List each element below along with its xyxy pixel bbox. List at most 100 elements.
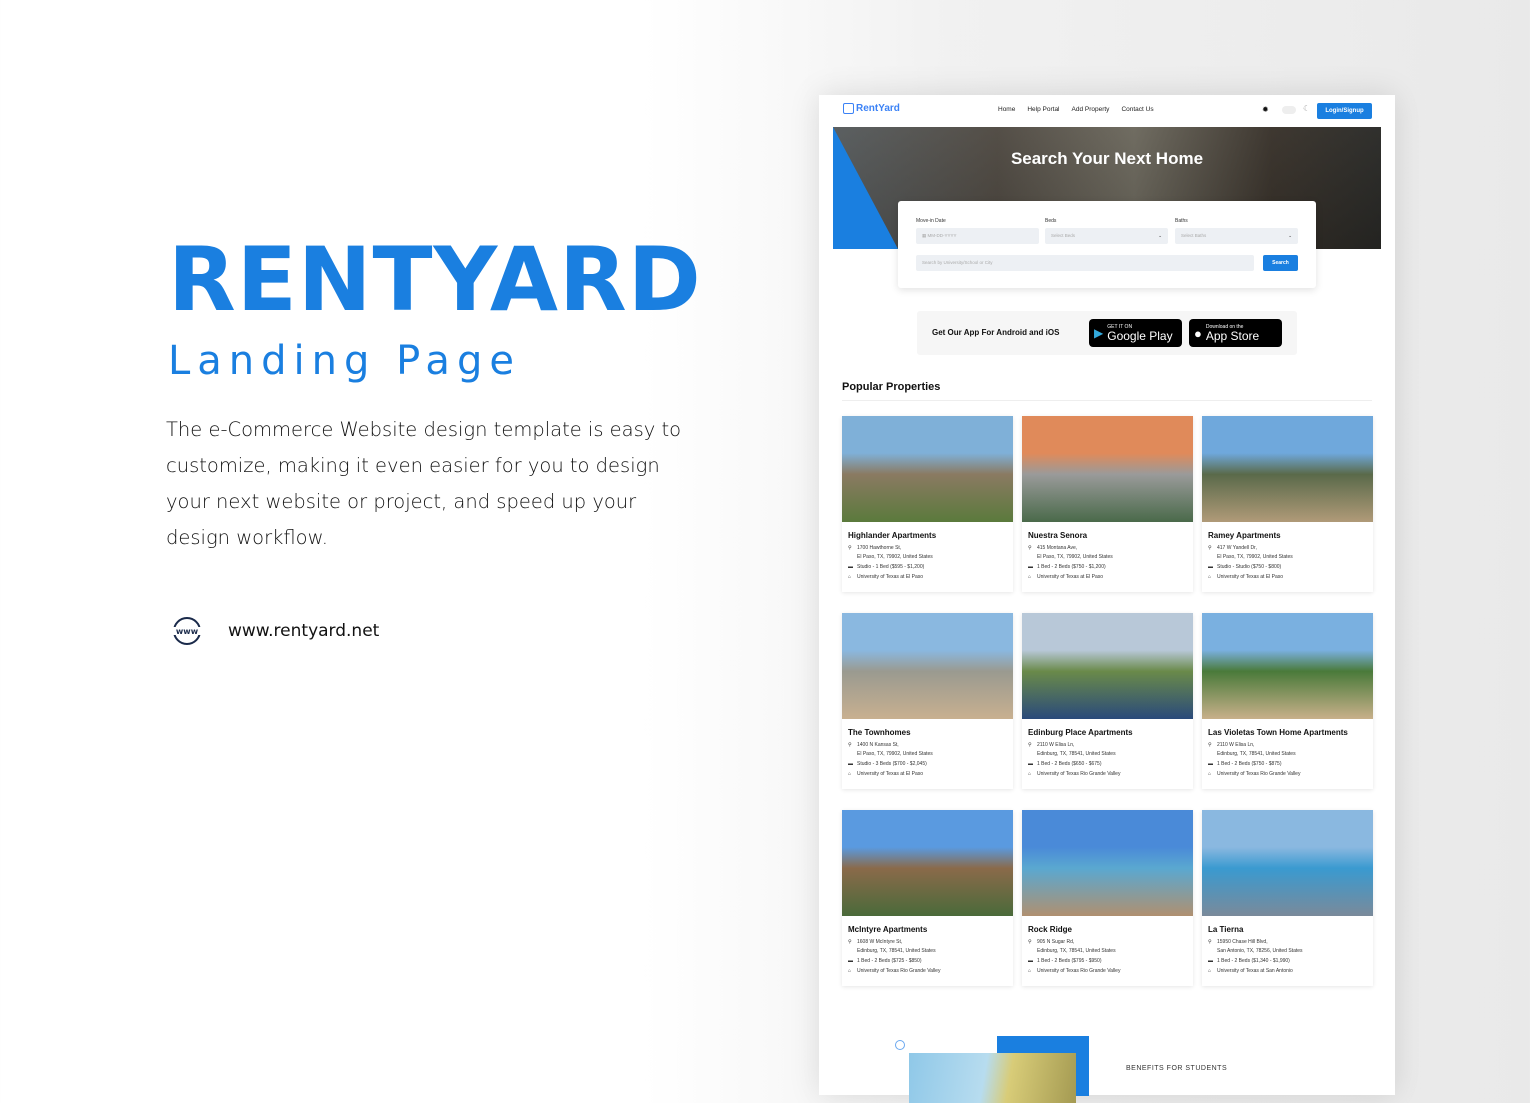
map-pin-icon: ⚲ — [1028, 742, 1032, 748]
address-line2: Edinburg, TX, 78541, United States — [1217, 751, 1296, 757]
landing-page-mockup: RentYard Home Help Portal Add Property C… — [819, 95, 1395, 1103]
school: University of Texas Rio Grande Valley — [1037, 968, 1121, 974]
baths-placeholder: Select Baths — [1181, 233, 1207, 238]
address-line1: 417 W Yandell Dr, — [1217, 545, 1257, 551]
moon-icon: ☾ — [1303, 104, 1311, 113]
address-line1: 1400 N Kansas St, — [857, 742, 899, 748]
beds-placeholder: Select Beds — [1051, 233, 1076, 238]
google-play-button[interactable]: ▶ GET IT ON Google Play — [1089, 319, 1182, 347]
address-line2: San Antonio, TX, 78256, United States — [1217, 948, 1303, 954]
property-image[interactable] — [1022, 613, 1193, 719]
svg-text:www: www — [176, 627, 199, 636]
beds-price: 1 Bed - 2 Beds ($795 - $950) — [1037, 958, 1102, 964]
bed-icon: ▬ — [1208, 761, 1213, 767]
university-icon: ⌂ — [848, 771, 852, 777]
property-name[interactable]: Nuestra Senora — [1028, 531, 1193, 540]
property-image[interactable] — [1202, 810, 1373, 916]
university-icon: ⌂ — [848, 968, 852, 974]
move-in-date-input[interactable]: ▦ MM-DD-YYYY — [916, 228, 1039, 244]
property-name[interactable]: The Townhomes — [848, 728, 1013, 737]
map-pin-icon: ⚲ — [848, 545, 852, 551]
map-pin-icon: ⚲ — [848, 939, 852, 945]
apple-icon: ● — [1194, 325, 1202, 341]
property-name[interactable]: McIntyre Apartments — [848, 925, 1013, 934]
search-placeholder: Search by University/School or City — [922, 260, 993, 265]
theme-toggle[interactable] — [1282, 106, 1296, 114]
property-image[interactable] — [1202, 613, 1373, 719]
address-line1: 905 N Sugar Rd, — [1037, 939, 1075, 945]
property-name[interactable]: Ramey Apartments — [1208, 531, 1373, 540]
property-card[interactable]: Nuestra Senora ⚲ 415 Montana Ave, El Paso,… — [1022, 416, 1193, 592]
logo[interactable]: RentYard — [843, 103, 900, 114]
property-card[interactable]: Edinburg Place Apartments ⚲ 2110 W Elisa … — [1022, 613, 1193, 789]
app-download-banner: Get Our App For Android and iOS ▶ GET IT … — [917, 311, 1297, 355]
property-name[interactable]: Highlander Apartments — [848, 531, 1013, 540]
beds-price: 1 Bed - 2 Beds ($725 - $850) — [857, 958, 922, 964]
property-card[interactable]: Rock Ridge ⚲ 905 N Sugar Rd, Edinburg, TX,… — [1022, 810, 1193, 986]
property-card[interactable]: Highlander Apartments ⚲ 1700 Hawthorne St… — [842, 416, 1013, 592]
property-image[interactable] — [1022, 416, 1193, 522]
address-line2: Edinburg, TX, 78541, United States — [857, 948, 936, 954]
nav-contact-us[interactable]: Contact Us — [1121, 106, 1153, 113]
globe-www-icon: www — [172, 617, 202, 645]
nav-home[interactable]: Home — [998, 106, 1015, 113]
property-card[interactable]: McIntyre Apartments ⚲ 1608 W McIntyre St,… — [842, 810, 1013, 986]
property-name[interactable]: Edinburg Place Apartments — [1028, 728, 1193, 737]
nav-help-portal[interactable]: Help Portal — [1027, 106, 1059, 113]
university-icon: ⌂ — [848, 574, 852, 580]
beds-price: 1 Bed - 2 Beds ($650 - $675) — [1037, 761, 1102, 767]
benefits-label: BENEFITS FOR STUDENTS — [1126, 1065, 1228, 1072]
school: University of Texas Rio Grande Valley — [857, 968, 941, 974]
property-card[interactable]: La Tierna ⚲ 15950 Chase Hill Blvd, San Ant… — [1202, 810, 1373, 986]
sun-icon: ✹ — [1262, 105, 1269, 114]
baths-select[interactable]: Select Baths ⌄ — [1175, 228, 1298, 244]
website-link[interactable]: www.rentyard.net — [228, 621, 379, 641]
brand-title: RENTYARD — [168, 228, 702, 331]
property-image[interactable] — [842, 613, 1013, 719]
property-name[interactable]: La Tierna — [1208, 925, 1373, 934]
school: University of Texas at San Antonio — [1217, 968, 1293, 974]
section-title: Popular Properties — [842, 381, 941, 393]
property-image[interactable] — [842, 810, 1013, 916]
property-image[interactable] — [1202, 416, 1373, 522]
search-input[interactable]: Search by University/School or City — [916, 255, 1254, 271]
address-line2: El Paso, TX, 79902, United States — [1037, 554, 1113, 560]
bed-icon: ▬ — [848, 958, 853, 964]
benefits-image — [909, 1053, 1076, 1103]
hero-title: Search Your Next Home — [1010, 149, 1204, 168]
chevron-down-icon: ⌄ — [1288, 233, 1292, 238]
search-panel: Move-in Date Beds Baths ▦ MM-DD-YYYY Sel… — [898, 201, 1316, 288]
university-icon: ⌂ — [1028, 968, 1032, 974]
bed-icon: ▬ — [848, 761, 853, 767]
move-in-label: Move-in Date — [916, 218, 946, 224]
property-image[interactable] — [842, 416, 1013, 522]
app-store-button[interactable]: ● Download on the App Store — [1189, 319, 1282, 347]
bed-icon: ▬ — [1028, 761, 1033, 767]
address-line1: 1608 W McIntyre St, — [857, 939, 903, 945]
bed-icon: ▬ — [848, 564, 853, 570]
decorative-circle — [895, 1040, 905, 1050]
address-line1: 2110 W Elisa Ln, — [1217, 742, 1255, 748]
property-card[interactable]: Las Violetas Town Home Apartments ⚲ 2110 … — [1202, 613, 1373, 789]
login-signup-button[interactable]: Login/Signup — [1317, 103, 1372, 119]
school: University of Texas Rio Grande Valley — [1217, 771, 1301, 777]
beds-select[interactable]: Select Beds ⌄ — [1045, 228, 1168, 244]
bed-icon: ▬ — [1208, 958, 1213, 964]
property-card[interactable]: The Townhomes ⚲ 1400 N Kansas St, El Paso,… — [842, 613, 1013, 789]
property-image[interactable] — [1022, 810, 1193, 916]
school: University of Texas at El Paso — [857, 771, 924, 777]
university-icon: ⌂ — [1028, 771, 1032, 777]
address-line2: El Paso, TX, 79902, United States — [1217, 554, 1293, 560]
address-line2: El Paso, TX, 79902, United States — [857, 751, 933, 757]
nav-add-property[interactable]: Add Property — [1072, 106, 1110, 113]
beds-price: 1 Bed - 2 Beds ($750 - $1,200) — [1037, 564, 1106, 570]
school: University of Texas Rio Grande Valley — [1037, 771, 1121, 777]
property-card[interactable]: Ramey Apartments ⚲ 417 W Yandell Dr, El Pa… — [1202, 416, 1373, 592]
property-name[interactable]: Las Violetas Town Home Apartments — [1208, 728, 1373, 737]
property-name[interactable]: Rock Ridge — [1028, 925, 1193, 934]
school: University of Texas at El Paso — [857, 574, 924, 580]
navbar: RentYard Home Help Portal Add Property C… — [819, 95, 1395, 127]
house-icon — [843, 103, 854, 114]
beds-price: Studio - 1 Bed ($595 - $1,200) — [857, 564, 925, 570]
search-button[interactable]: Search — [1263, 255, 1298, 271]
